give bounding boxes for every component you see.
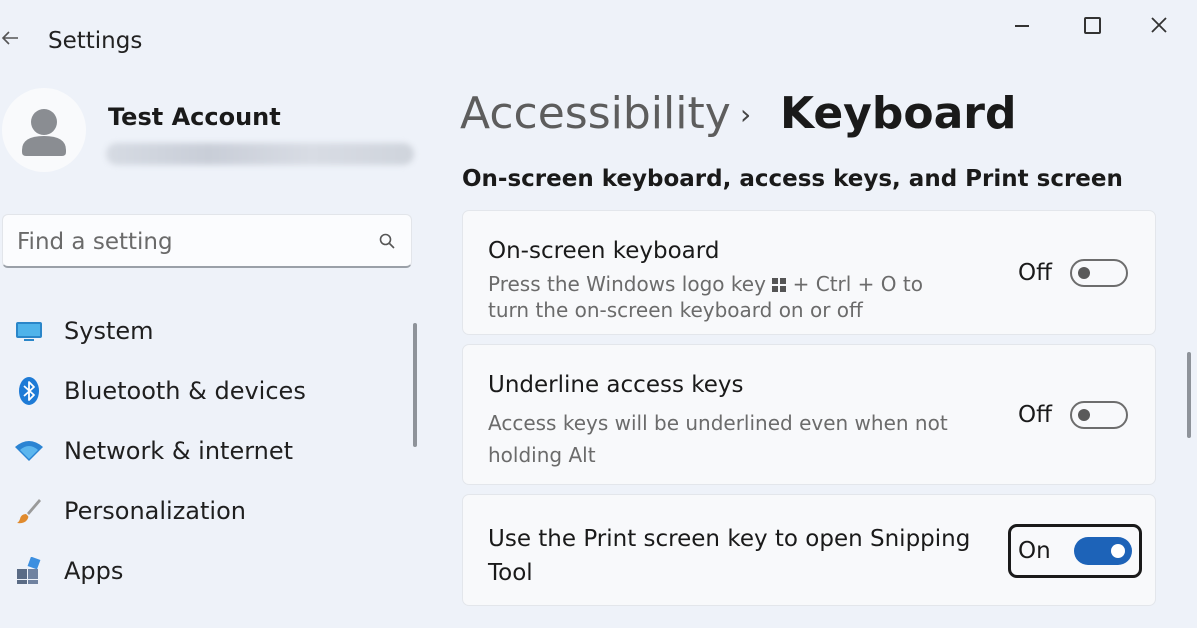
account-email-redacted [106,143,414,165]
setting-title: Use the Print screen key to open Snippin… [488,522,970,590]
desc-text: + Ctrl + O to [792,272,923,296]
sidebar-item-label: Apps [64,557,124,585]
sidebar-item-network[interactable]: Network & internet [0,425,410,477]
app-title: Settings [48,28,143,54]
windows-logo-icon [772,278,787,292]
toggle-state-label: Off [1018,402,1052,428]
minimize-icon [1015,25,1029,27]
setting-description: Access keys will be underlined even when… [488,407,988,471]
sidebar-item-system[interactable]: System [0,305,410,357]
setting-title-line: Use the Print screen key to open Snippin… [488,526,971,552]
sidebar-item-apps[interactable]: Apps [0,545,410,597]
setting-title: On-screen keyboard [488,238,720,264]
onscreen-keyboard-toggle[interactable] [1070,259,1128,287]
breadcrumb-separator-icon: › [740,98,752,131]
settings-window: Settings Test Account Find a setting Sys… [0,0,1197,628]
desc-text: turn the on-screen keyboard on or off [488,298,863,322]
account-name: Test Account [108,103,281,131]
sidebar-item-label: Personalization [64,497,246,525]
toggle-state-label: On [1018,538,1051,564]
toggle-state-label: Off [1018,260,1052,286]
search-box[interactable] [2,214,412,268]
sidebar-item-label: System [64,317,154,345]
onscreen-keyboard-toggle-group: Off [1018,259,1128,287]
print-screen-toggle-group: On [1018,537,1132,565]
desc-text: holding Alt [488,443,596,467]
maximize-icon [1083,16,1101,34]
setting-title: Underline access keys [488,372,744,398]
desc-text: Press the Windows logo key [488,272,766,296]
print-screen-snipping-toggle[interactable] [1074,537,1132,565]
maximize-button[interactable] [1075,10,1109,40]
back-button[interactable] [0,22,24,52]
breadcrumb-parent[interactable]: Accessibility [460,88,731,139]
section-title: On-screen keyboard, access keys, and Pri… [462,166,1123,192]
setting-title-line: Tool [488,560,533,586]
monitor-icon [14,316,44,346]
wifi-icon [14,436,44,466]
close-icon [1151,17,1167,33]
avatar[interactable] [2,88,86,172]
user-icon [22,109,66,156]
bluetooth-icon [14,376,44,406]
sidebar-scrollbar[interactable] [413,323,417,447]
toggle-knob [1111,544,1125,558]
underline-access-keys-toggle[interactable] [1070,401,1128,429]
toggle-knob [1078,409,1090,421]
sidebar-item-label: Bluetooth & devices [64,377,306,405]
underline-keys-toggle-group: Off [1018,401,1128,429]
setting-card-underline-access-keys: Underline access keys Access keys will b… [462,344,1156,485]
sidebar-item-bluetooth[interactable]: Bluetooth & devices [0,365,410,417]
sidebar-item-personalization[interactable]: Personalization [0,485,410,537]
sidebar-item-label: Network & internet [64,437,294,465]
search-icon[interactable] [378,232,396,250]
setting-description: Press the Windows logo key + Ctrl + O to… [488,271,988,323]
close-button[interactable] [1142,10,1176,40]
arrow-left-icon [1,31,18,45]
toggle-knob [1078,267,1090,279]
apps-icon [14,556,44,586]
main-scrollbar[interactable] [1187,352,1191,438]
minimize-button[interactable] [1005,10,1039,40]
brush-icon [14,496,44,526]
setting-card-onscreen-keyboard: On-screen keyboard Press the Windows log… [462,210,1156,335]
search-input[interactable] [15,224,369,260]
page-title: Keyboard [780,88,1017,139]
desc-text: Access keys will be underlined even when… [488,411,948,435]
